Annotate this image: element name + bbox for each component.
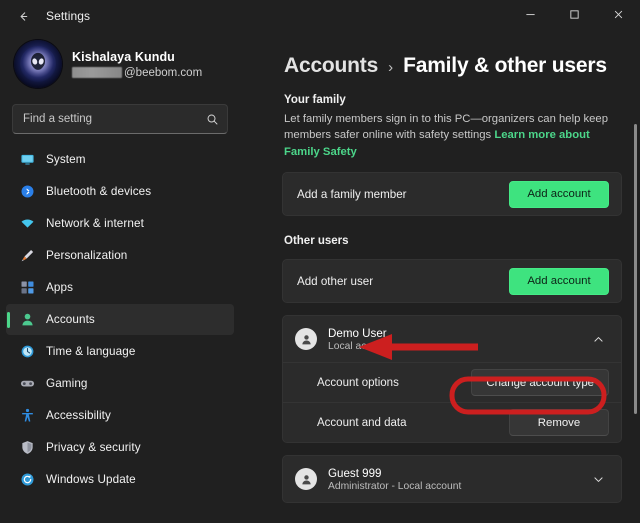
close-button[interactable]	[596, 0, 640, 32]
maximize-button[interactable]	[552, 0, 596, 32]
user-meta: Guest 999 Administrator - Local account	[328, 467, 461, 492]
sidebar-item-label: Gaming	[46, 377, 88, 390]
person-icon	[19, 312, 35, 328]
search-wrapper	[0, 98, 240, 144]
sidebar-item-network-internet[interactable]: Network & internet	[6, 208, 234, 239]
avatar	[295, 468, 317, 491]
account-name: Kishalaya Kundu	[72, 49, 175, 64]
account-options-row: Account options Change account type	[283, 362, 621, 402]
sidebar-item-label: Windows Update	[46, 473, 136, 486]
update-icon	[19, 472, 35, 488]
window-body: Kishalaya Kundu @beebom.com Find a setti…	[0, 32, 640, 523]
sidebar-nav-list: System Bluetooth & devices Network & int…	[0, 144, 240, 519]
maximize-icon	[569, 7, 580, 25]
add-family-member-label: Add a family member	[297, 187, 407, 201]
monitor-icon	[19, 152, 35, 168]
minimize-button[interactable]	[508, 0, 552, 32]
content-scrollbar[interactable]	[634, 84, 637, 515]
sidebar-item-label: Bluetooth & devices	[46, 185, 152, 198]
sidebar-item-personalization[interactable]: Personalization	[6, 240, 234, 271]
clock-icon	[19, 344, 35, 360]
account-email-domain: @beebom.com	[124, 66, 203, 79]
user-name: Guest 999	[328, 466, 382, 480]
shield-icon	[19, 440, 35, 456]
user-card-demo-user: Demo User Local account Account options …	[282, 315, 622, 444]
minimize-icon	[525, 7, 536, 25]
user-subtitle: Administrator - Local account	[328, 480, 462, 492]
change-account-type-button[interactable]: Change account type	[471, 369, 609, 397]
bluetooth-icon	[19, 184, 35, 200]
gamepad-icon	[19, 376, 35, 392]
add-other-user-label: Add other user	[297, 274, 374, 288]
alien-avatar-image	[14, 40, 62, 88]
sidebar-item-accessibility[interactable]: Accessibility	[6, 400, 234, 431]
title-bar: Settings	[0, 0, 640, 32]
sidebar-item-system[interactable]: System	[6, 144, 234, 175]
add-family-member-card: Add a family member Add account	[282, 172, 622, 217]
breadcrumb-parent[interactable]: Accounts	[284, 54, 378, 78]
add-other-user-card: Add other user Add account	[282, 259, 622, 304]
breadcrumb: Accounts › Family & other users	[282, 32, 622, 90]
sidebar-item-accounts[interactable]: Accounts	[6, 304, 234, 335]
wifi-icon	[19, 216, 35, 232]
user-meta: Demo User Local account	[328, 327, 392, 352]
sidebar-item-label: Network & internet	[46, 217, 144, 230]
your-family-heading: Your family	[284, 94, 346, 106]
apps-grid-icon	[19, 280, 35, 296]
user-card-guest-999: Guest 999 Administrator - Local account	[282, 455, 622, 504]
sidebar-item-label: Time & language	[46, 345, 136, 358]
chevron-down-icon[interactable]	[592, 473, 609, 486]
avatar	[295, 328, 317, 351]
account-email-row: @beebom.com	[72, 67, 202, 79]
window-title: Settings	[46, 9, 91, 23]
sidebar-item-privacy-security[interactable]: Privacy & security	[6, 432, 234, 463]
search-input[interactable]	[23, 113, 206, 125]
add-family-member-row: Add a family member Add account	[283, 173, 621, 215]
account-text: Kishalaya Kundu @beebom.com	[72, 50, 202, 79]
other-users-heading: Other users	[284, 235, 349, 248]
sidebar-item-label: Accessibility	[46, 409, 111, 422]
sidebar: Kishalaya Kundu @beebom.com Find a setti…	[0, 32, 240, 523]
settings-window: Settings Kishalaya Kundu @beebom.com Fin…	[0, 0, 640, 523]
sidebar-item-label: Accounts	[46, 313, 95, 326]
add-other-account-button[interactable]: Add account	[509, 267, 609, 295]
sidebar-account-block[interactable]: Kishalaya Kundu @beebom.com	[0, 32, 240, 98]
user-subtitle: Local account	[328, 340, 392, 352]
sidebar-item-label: Personalization	[46, 249, 128, 262]
redacted-email-block	[72, 67, 122, 78]
sidebar-item-label: System	[46, 153, 86, 166]
sidebar-item-apps[interactable]: Apps	[6, 272, 234, 303]
sidebar-item-windows-update[interactable]: Windows Update	[6, 464, 234, 495]
close-icon	[613, 7, 624, 25]
user-row-header[interactable]: Demo User Local account	[283, 316, 621, 362]
sidebar-item-bluetooth-devices[interactable]: Bluetooth & devices	[6, 176, 234, 207]
sidebar-item-time-language[interactable]: Time & language	[6, 336, 234, 367]
scrollbar-thumb[interactable]	[634, 124, 637, 414]
chevron-up-icon[interactable]	[592, 333, 609, 346]
remove-account-button[interactable]: Remove	[509, 409, 609, 437]
account-and-data-label: Account and data	[317, 416, 407, 429]
add-family-account-button[interactable]: Add account	[509, 180, 609, 208]
add-other-user-row: Add other user Add account	[283, 260, 621, 302]
chevron-right-icon: ›	[388, 59, 394, 76]
window-controls	[508, 0, 640, 32]
sidebar-item-label: Privacy & security	[46, 441, 141, 454]
back-arrow-icon	[17, 10, 30, 23]
account-options-label: Account options	[317, 376, 399, 389]
search-icon	[206, 113, 219, 126]
page-title: Family & other users	[403, 54, 607, 77]
search-box[interactable]	[12, 104, 228, 134]
user-row-header[interactable]: Guest 999 Administrator - Local account	[283, 456, 621, 502]
main-content: Accounts › Family & other users Your fam…	[240, 32, 640, 523]
your-family-description: Let family members sign in to this PC—or…	[284, 111, 622, 160]
sidebar-item-label: Apps	[46, 281, 74, 294]
accessibility-icon	[19, 408, 35, 424]
user-name: Demo User	[328, 326, 387, 340]
paintbrush-icon	[19, 248, 35, 264]
back-button[interactable]	[6, 1, 40, 31]
account-and-data-row: Account and data Remove	[283, 402, 621, 442]
sidebar-item-gaming[interactable]: Gaming	[6, 368, 234, 399]
